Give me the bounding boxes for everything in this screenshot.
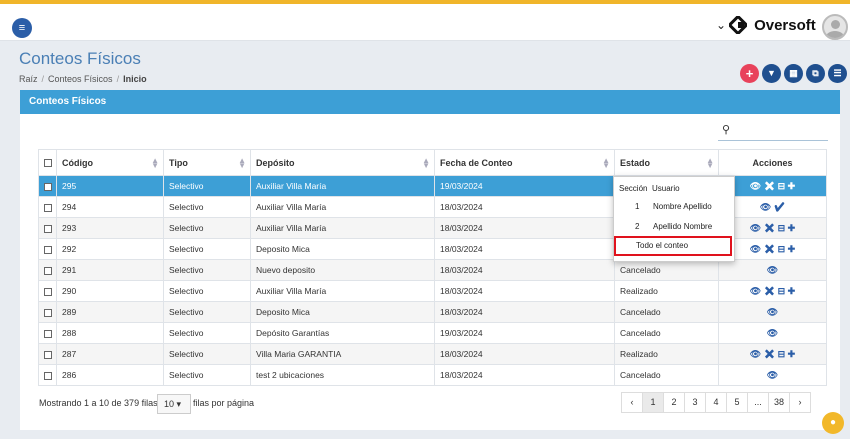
table-row[interactable]: 289 Selectivo Deposito Mica 18/03/2024 Cance… <box>38 301 827 323</box>
popup-item-apellido-nombre[interactable]: Apellido Nombre <box>653 222 712 231</box>
row-actions[interactable]: 👁 <box>718 364 827 386</box>
breadcrumb-conteos[interactable]: Conteos Físicos <box>48 74 113 84</box>
col-estado[interactable]: Estado ▲ ▼ <box>614 149 719 176</box>
page-title: Conteos Físicos <box>19 49 141 68</box>
popup-item-todo-el-conteo[interactable]: Todo el conteo <box>614 236 732 256</box>
search-icon: ⚲ <box>722 124 731 136</box>
table-row[interactable]: 287 Selectivo Villa Maria GARANTIA 18/03/20… <box>38 343 827 365</box>
add-button[interactable]: + <box>740 64 759 83</box>
table-row[interactable]: 291 Selectivo Nuevo deposito 18/03/2024 Canc… <box>38 259 827 281</box>
brand-name: Oversoft <box>754 16 816 34</box>
page-5[interactable]: 5 <box>726 392 748 413</box>
page-1[interactable]: 1 <box>642 392 664 413</box>
popup-header-usuario: Usuario <box>652 184 680 193</box>
print-options-popup: Sección Usuario 1 Nombre Apellido 2 Apel… <box>613 176 735 262</box>
row-actions[interactable]: 👁 <box>718 322 827 344</box>
search-input[interactable]: ⚲ <box>718 119 828 141</box>
col-tipo[interactable]: Tipo ▲ ▼ <box>163 149 251 176</box>
col-fecha[interactable]: Fecha de Conteo ▲ ▼ <box>434 149 615 176</box>
user-avatar[interactable] <box>822 14 848 40</box>
popup-header-seccion: Sección <box>619 184 648 193</box>
page-size-select[interactable]: 10 ▾ <box>157 394 191 414</box>
row-actions[interactable]: 👁 <box>718 301 827 323</box>
breadcrumb-root[interactable]: Raíz <box>19 74 38 84</box>
footer-info: Mostrando 1 a 10 de 379 filas <box>39 398 158 408</box>
select-all-checkbox[interactable] <box>38 149 57 176</box>
row-actions[interactable]: 👁 ✖ ⊟ ✚ <box>718 280 827 302</box>
table-row[interactable]: 288 Selectivo Depósito Garantías 19/03/2024… <box>38 322 827 344</box>
popup-item-nombre-apellido[interactable]: Nombre Apellido <box>653 202 712 211</box>
row-actions[interactable]: 👁 <box>718 259 827 281</box>
breadcrumb-current: Inicio <box>123 74 147 84</box>
col-codigo[interactable]: Código ▲ ▼ <box>56 149 164 176</box>
copy-button[interactable]: ⧉ <box>806 64 825 83</box>
breadcrumb: Raíz / Conteos Físicos / Inicio <box>19 74 147 84</box>
col-acciones: Acciones <box>718 149 827 176</box>
list-menu-button[interactable]: ☰ <box>828 64 847 83</box>
chevron-down-icon[interactable]: ⌄ <box>716 18 726 32</box>
popup-item-number: 2 <box>635 222 640 231</box>
col-deposito[interactable]: Depósito ▲ ▼ <box>250 149 435 176</box>
oversoft-logo-icon <box>729 16 748 34</box>
table-row[interactable]: 286 Selectivo test 2 ubicaciones 18/03/2024… <box>38 364 827 386</box>
page-prev[interactable]: ‹ <box>621 392 643 413</box>
page-2[interactable]: 2 <box>663 392 685 413</box>
per-page-label: filas por página <box>193 398 255 408</box>
top-bar: ≡ ⌄ Oversoft <box>0 4 850 41</box>
table-row[interactable]: 290 Selectivo Auxiliar Villa María 18/03/20… <box>38 280 827 302</box>
page-ellipsis: ... <box>747 392 769 413</box>
page-38[interactable]: 38 <box>768 392 790 413</box>
row-actions[interactable]: 👁 ✖ ⊟ ✚ <box>718 343 827 365</box>
toolbar: + ▼ ▦ ⧉ ☰ <box>740 64 847 83</box>
panel-title: Conteos Físicos <box>20 90 840 114</box>
filter-button[interactable]: ▼ <box>762 64 781 83</box>
page-4[interactable]: 4 <box>705 392 727 413</box>
brand: ⌄ Oversoft <box>716 15 816 35</box>
page-3[interactable]: 3 <box>684 392 706 413</box>
pagination: ‹ 1 2 3 4 5 ... 38 › <box>621 392 811 413</box>
chat-bubble-icon[interactable]: ● <box>822 412 844 434</box>
popup-item-number: 1 <box>635 202 640 211</box>
page-next[interactable]: › <box>789 392 811 413</box>
hamburger-menu-icon[interactable]: ≡ <box>12 18 32 38</box>
table-view-button[interactable]: ▦ <box>784 64 803 83</box>
